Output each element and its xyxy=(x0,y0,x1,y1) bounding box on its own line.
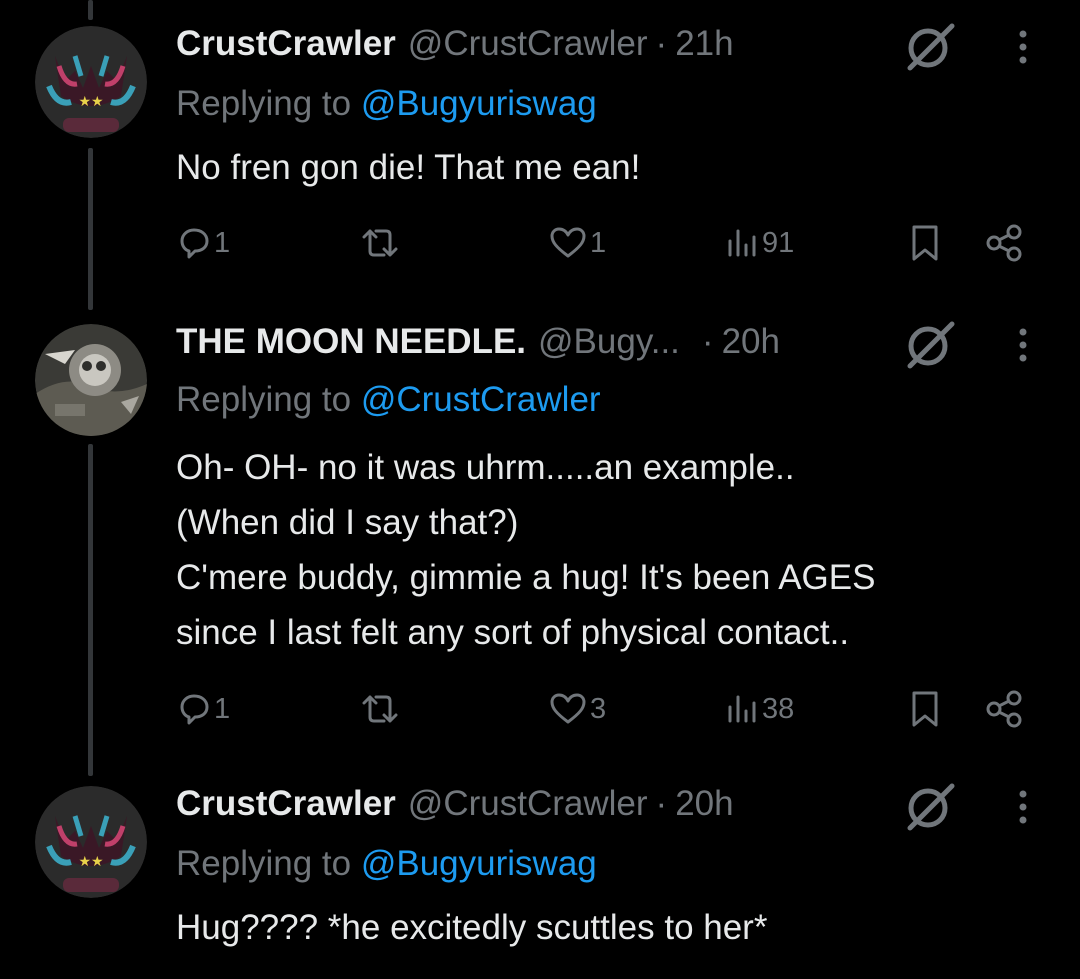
like-button[interactable]: 1 xyxy=(548,218,606,268)
tweet-text: Hug???? *he excitedly scuttles to her* xyxy=(176,900,767,955)
tweet-text: Oh- OH- no it was uhrm.....an example.. … xyxy=(176,440,875,660)
tweet-2[interactable]: THE MOON NEEDLE. @Bugy... · 20h Replying… xyxy=(0,298,1080,768)
tweet-text-line: Hug???? *he excitedly scuttles to her* xyxy=(176,908,768,947)
share-icon xyxy=(986,690,1022,728)
heart-icon xyxy=(550,693,586,724)
replying-prefix: Replying to xyxy=(176,380,352,419)
tweet-text-line: C'mere buddy, gimmie a hug! It's been AG… xyxy=(176,558,876,597)
reply-button[interactable]: 1 xyxy=(176,218,230,268)
replying-to: Replying to @Bugyuriswag xyxy=(176,842,597,886)
share-icon xyxy=(986,224,1022,262)
avatar[interactable]: ★★ xyxy=(35,26,147,138)
grok-icon[interactable] xyxy=(900,16,960,76)
display-name[interactable]: CrustCrawler xyxy=(176,20,396,68)
thread-view: ★★ CrustCrawler @CrustCrawler · 21h Repl… xyxy=(0,0,1080,979)
moon-avatar-icon xyxy=(35,324,147,436)
display-name[interactable]: CrustCrawler xyxy=(176,780,396,828)
reply-icon xyxy=(180,228,209,259)
tweet-header: CrustCrawler @CrustCrawler · 20h xyxy=(176,780,734,828)
tweet-text-line: No fren gon die! That me ean! xyxy=(176,148,641,187)
more-icon[interactable] xyxy=(1008,320,1038,370)
views-icon xyxy=(728,229,756,257)
action-bar: 1 1 91 xyxy=(0,218,1080,268)
handle[interactable]: @Bugy... xyxy=(538,318,680,366)
tweet-1[interactable]: ★★ CrustCrawler @CrustCrawler · 21h Repl… xyxy=(0,0,1080,300)
replying-mention[interactable]: @Bugyuriswag xyxy=(361,844,597,883)
views-count: 38 xyxy=(762,692,795,725)
more-icon[interactable] xyxy=(1008,22,1038,72)
replying-mention[interactable]: @CrustCrawler xyxy=(361,380,601,419)
replying-to: Replying to @Bugyuriswag xyxy=(176,82,597,126)
separator: · xyxy=(701,322,714,361)
like-button[interactable]: 3 xyxy=(548,684,606,734)
timestamp[interactable]: 21h xyxy=(675,20,733,68)
bookmark-button[interactable] xyxy=(908,218,942,268)
bookmark-icon xyxy=(912,691,938,727)
reply-count: 1 xyxy=(214,226,231,259)
reply-button[interactable]: 1 xyxy=(176,684,230,734)
svg-text:★★: ★★ xyxy=(78,854,103,870)
grok-icon[interactable] xyxy=(900,314,960,374)
views-button[interactable]: 91 xyxy=(724,218,794,268)
tweet-header: CrustCrawler @CrustCrawler · 21h xyxy=(176,20,734,68)
tweet-header: THE MOON NEEDLE. @Bugy... · 20h xyxy=(176,318,780,366)
views-count: 91 xyxy=(762,226,795,259)
tweet-3[interactable]: ★★ CrustCrawler @CrustCrawler · 20h Repl… xyxy=(0,764,1080,979)
grok-icon[interactable] xyxy=(900,776,960,836)
more-icon[interactable] xyxy=(1008,782,1038,832)
separator: · xyxy=(655,784,668,823)
like-count: 3 xyxy=(590,692,607,725)
timestamp[interactable]: 20h xyxy=(722,318,780,366)
tweet-text-line: Oh- OH- no it was uhrm.....an example.. xyxy=(176,448,795,487)
separator: · xyxy=(655,24,668,63)
share-button[interactable] xyxy=(984,218,1024,268)
bookmark-icon xyxy=(912,225,938,261)
replying-mention[interactable]: @Bugyuriswag xyxy=(361,84,597,123)
avatar[interactable] xyxy=(35,324,147,436)
retweet-button[interactable] xyxy=(358,218,404,268)
crab-avatar-icon: ★★ xyxy=(35,26,147,138)
tweet-text: No fren gon die! That me ean! xyxy=(176,140,640,195)
heart-icon xyxy=(550,227,586,258)
like-count: 1 xyxy=(590,226,607,259)
replying-to: Replying to @CrustCrawler xyxy=(176,378,601,422)
replying-prefix: Replying to xyxy=(176,844,352,883)
share-button[interactable] xyxy=(984,684,1024,734)
views-icon xyxy=(728,695,756,723)
display-name[interactable]: THE MOON NEEDLE. xyxy=(176,318,526,366)
reply-icon xyxy=(180,694,209,725)
tweet-text-line: (When did I say that?) xyxy=(176,503,519,542)
retweet-button[interactable] xyxy=(358,684,404,734)
bookmark-button[interactable] xyxy=(908,684,942,734)
views-button[interactable]: 38 xyxy=(724,684,794,734)
timestamp[interactable]: 20h xyxy=(675,780,733,828)
retweet-icon xyxy=(362,695,398,723)
handle[interactable]: @CrustCrawler xyxy=(408,20,648,68)
tweet-text-line: since I last felt any sort of physical c… xyxy=(176,613,850,652)
reply-count: 1 xyxy=(214,692,231,725)
handle[interactable]: @CrustCrawler xyxy=(408,780,648,828)
svg-text:★★: ★★ xyxy=(78,94,103,110)
replying-prefix: Replying to xyxy=(176,84,352,123)
crab-avatar-icon: ★★ xyxy=(35,786,147,898)
avatar[interactable]: ★★ xyxy=(35,786,147,898)
retweet-icon xyxy=(362,229,398,257)
action-bar: 1 3 38 xyxy=(0,684,1080,734)
